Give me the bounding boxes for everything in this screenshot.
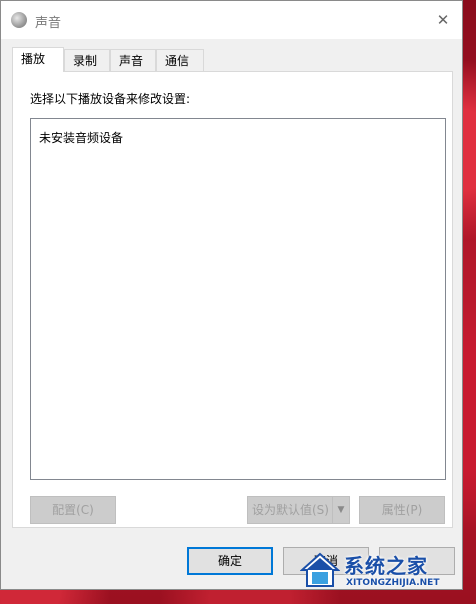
window-title: 声音 (35, 16, 62, 31)
ok-button[interactable]: 确定 (187, 547, 273, 575)
tab-playback[interactable]: 播放 (12, 47, 64, 72)
watermark-title: 系统之家 (344, 554, 428, 578)
instruction-text: 选择以下播放设备来修改设置: (30, 92, 191, 106)
house-logo-icon (300, 552, 340, 587)
watermark-subtitle: XITONGZHIJIA.NET (346, 578, 440, 588)
close-icon[interactable]: ✕ (430, 7, 456, 33)
speaker-icon (11, 12, 27, 28)
tab-sounds[interactable]: 声音 (110, 49, 156, 71)
properties-button[interactable]: 属性(P) (359, 496, 445, 524)
sound-dialog: 声音 ✕ 播放 录制 声音 通信 选择以下播放设备来修改设置: 未安装音频设备 … (0, 0, 463, 590)
tab-communications[interactable]: 通信 (156, 49, 204, 71)
title-bar[interactable]: 声音 ✕ (1, 1, 462, 39)
chevron-down-icon[interactable]: ▼ (332, 496, 350, 524)
configure-button[interactable]: 配置(C) (30, 496, 116, 524)
device-list[interactable]: 未安装音频设备 (30, 118, 446, 480)
tab-strip: 播放 录制 声音 通信 (12, 47, 452, 72)
set-default-button[interactable]: 设为默认值(S) (247, 496, 333, 524)
site-watermark: 系统之家 XITONGZHIJIA.NET (300, 548, 476, 602)
empty-device-message: 未安装音频设备 (39, 131, 124, 145)
tab-recording[interactable]: 录制 (64, 49, 110, 71)
playback-panel: 选择以下播放设备来修改设置: 未安装音频设备 配置(C) 设为默认值(S) ▼ … (12, 71, 453, 528)
